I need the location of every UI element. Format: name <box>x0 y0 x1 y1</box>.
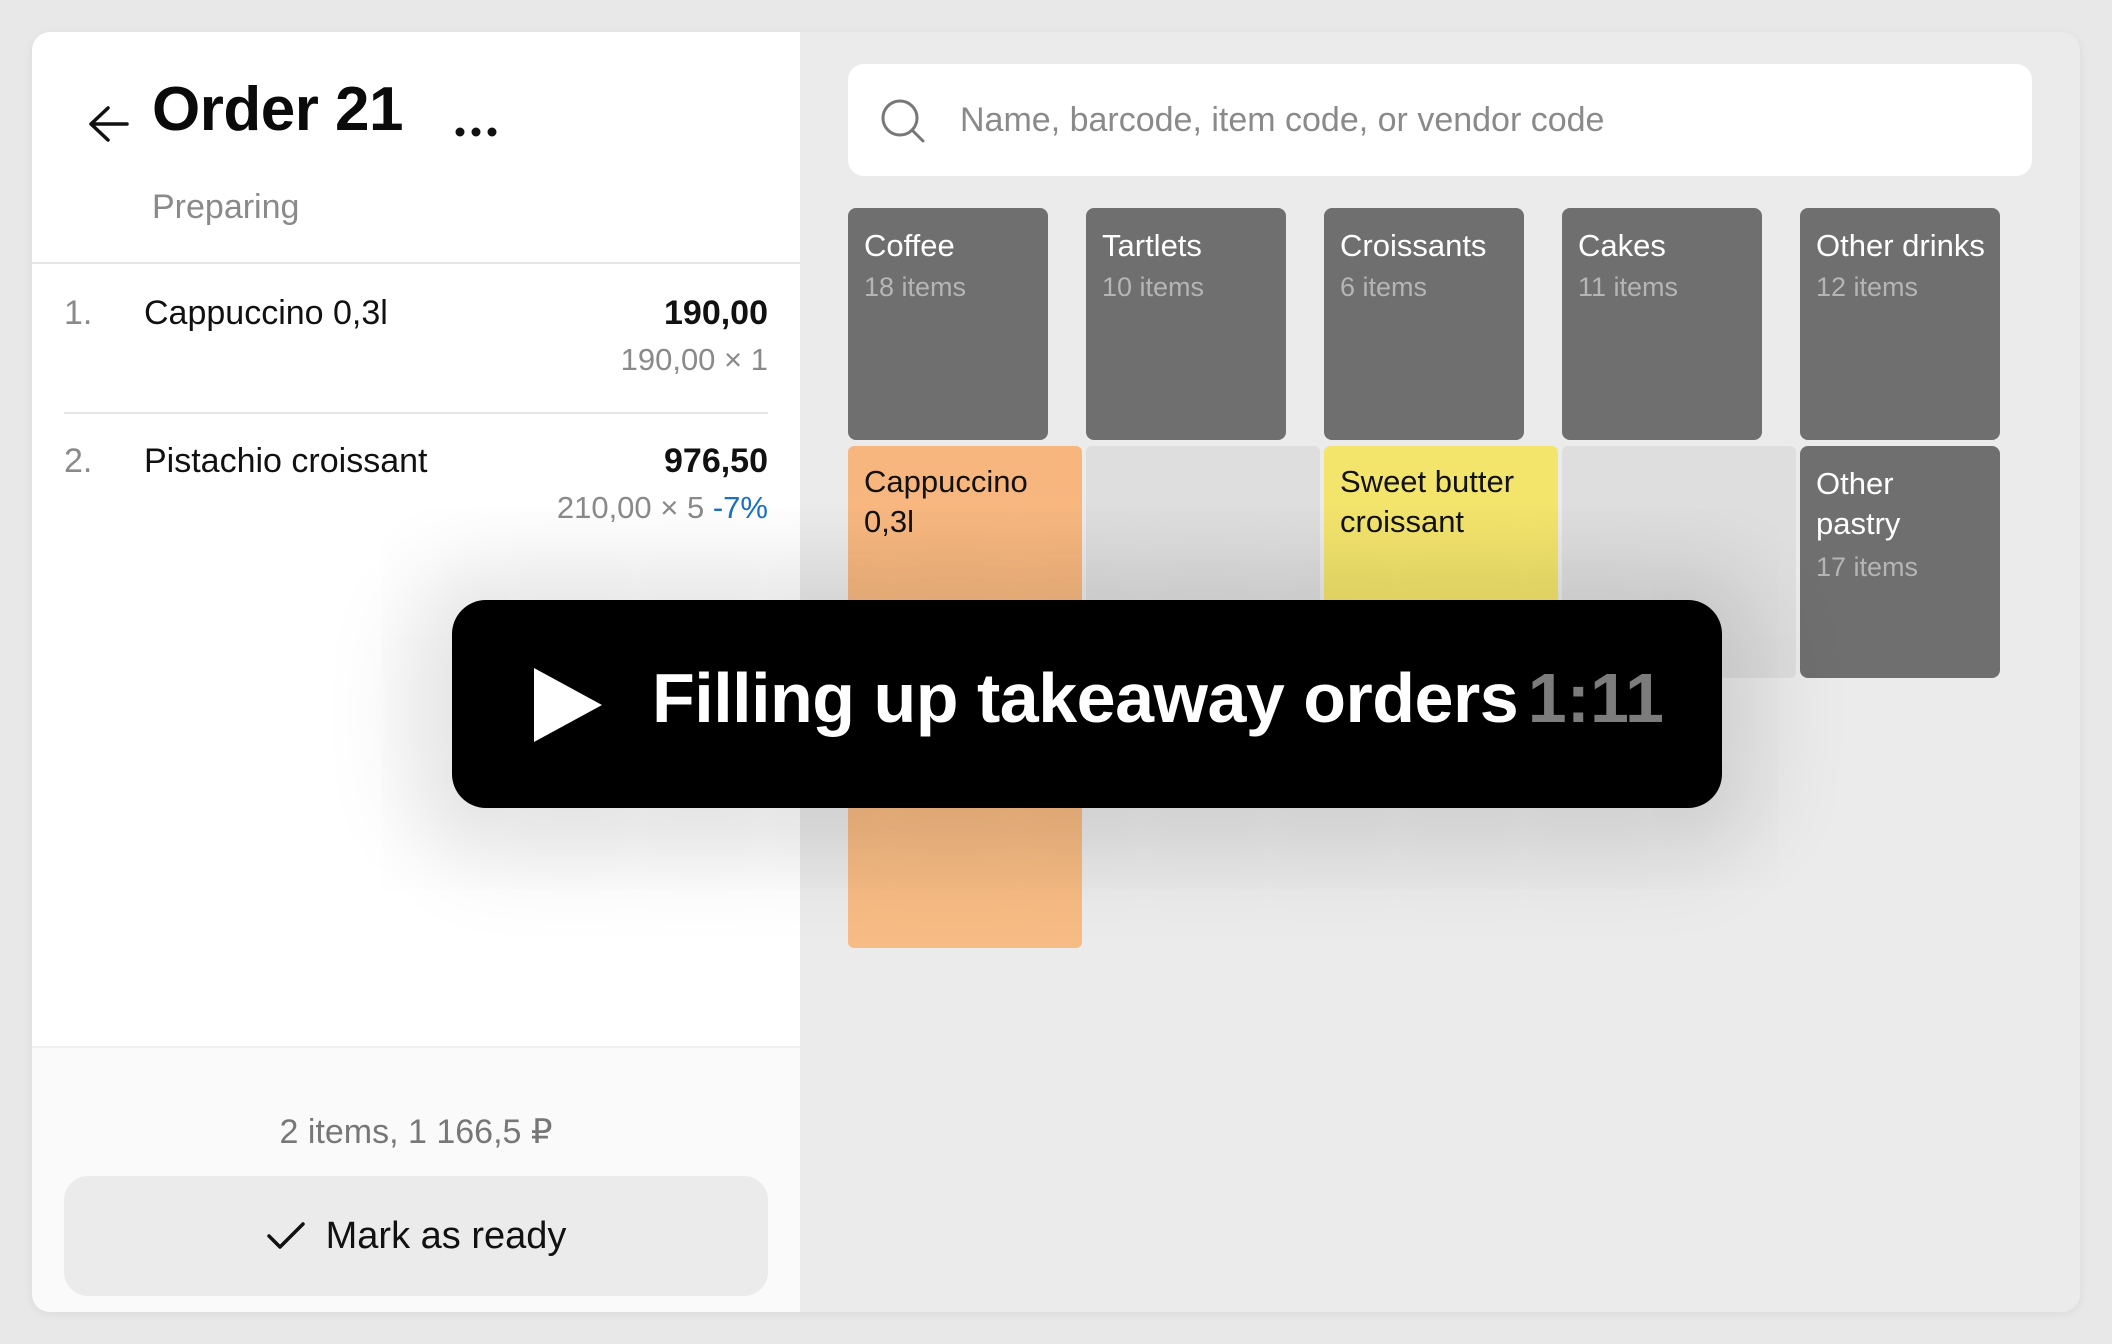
order-item-total: 976,50 <box>664 442 768 480</box>
category-count: 18 items <box>864 272 967 302</box>
order-item-calc: 210,00 × 5 -7% <box>557 490 768 526</box>
order-summary: 2 items, 1 166,5 ₽ <box>279 1113 553 1151</box>
category-count: 6 items <box>1340 272 1428 302</box>
product-name: Cappuccino 0,3l <box>864 464 1028 540</box>
category-count: 12 items <box>1816 272 1919 302</box>
category-name: Other pastry <box>1816 466 1901 542</box>
category-name: Coffee <box>864 228 955 263</box>
category-tile-croissants[interactable]: Croissants 6 items <box>1324 208 1556 440</box>
video-play-overlay[interactable]: Filling up takeaway orders 1:11 <box>452 600 1722 808</box>
order-item[interactable]: 1. Cappuccino 0,3l 190,00 190,00 × 1 <box>64 294 768 394</box>
category-count: 17 items <box>1816 552 1919 582</box>
play-icon <box>534 668 602 742</box>
category-tile-other-drinks[interactable]: Other drinks 12 items <box>1800 208 2032 440</box>
more-options-button[interactable] <box>436 92 516 172</box>
product-name: Sweet butter croissant <box>1340 464 1515 540</box>
category-name: Other drinks <box>1816 228 1985 263</box>
order-item-price-qty: 190,00 × 1 <box>620 342 768 377</box>
order-item-name: Cappuccino 0,3l <box>144 294 388 332</box>
mark-as-ready-label: Mark as ready <box>325 1214 567 1257</box>
more-icon <box>455 127 497 137</box>
order-item[interactable]: 2. Pistachio croissant 976,50 210,00 × 5… <box>64 442 768 542</box>
video-duration: 1:11 <box>1527 659 1664 737</box>
category-name: Cakes <box>1578 228 1666 263</box>
item-divider <box>64 412 768 414</box>
back-button[interactable] <box>68 84 148 164</box>
search-icon <box>881 99 925 143</box>
category-count: 10 items <box>1102 272 1205 302</box>
search-bar <box>848 64 2032 176</box>
order-title: Order 21 <box>152 75 404 144</box>
check-icon <box>266 1222 305 1249</box>
mark-as-ready-button[interactable]: Mark as ready <box>64 1176 768 1296</box>
order-footer: 2 items, 1 166,5 ₽ Mark as ready <box>32 1046 800 1312</box>
order-status: Preparing <box>152 188 300 226</box>
order-item-total: 190,00 <box>664 294 768 332</box>
order-item-price-qty: 210,00 × 5 <box>556 490 705 525</box>
category-name: Croissants <box>1340 228 1487 263</box>
category-tile-tartlets[interactable]: Tartlets 10 items <box>1086 208 1318 440</box>
order-item-discount: -7% <box>712 490 768 525</box>
category-tile-cakes[interactable]: Cakes 11 items <box>1562 208 1794 440</box>
order-item-name: Pistachio croissant <box>144 442 428 480</box>
order-item-calc: 190,00 × 1 <box>621 342 768 378</box>
order-item-number: 1. <box>64 294 93 332</box>
pos-app-window: Order 21 Preparing 1. Cappuccino 0,3l 19… <box>32 32 2080 1312</box>
category-count: 11 items <box>1578 272 1679 302</box>
video-title: Filling up takeaway orders <box>652 659 1519 737</box>
category-name: Tartlets <box>1102 228 1202 263</box>
order-item-number: 2. <box>64 442 93 480</box>
category-tile-other-pastry[interactable]: Other pastry 17 items <box>1800 446 2032 678</box>
arrow-left-icon <box>89 106 129 142</box>
category-tile-coffee[interactable]: Coffee 18 items <box>848 208 1080 440</box>
search-input[interactable] <box>960 84 2000 156</box>
header-divider <box>32 262 800 264</box>
